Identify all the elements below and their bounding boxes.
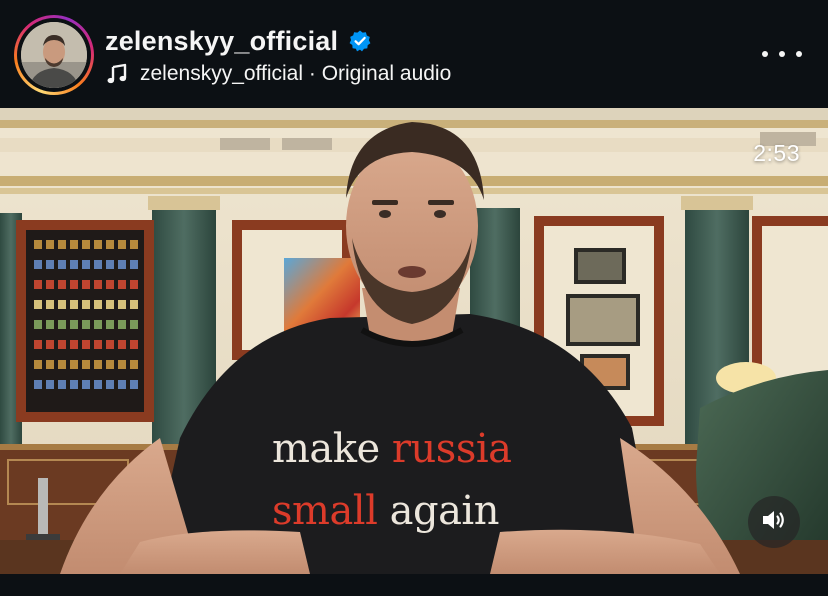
bottom-bar xyxy=(0,574,828,596)
shirt-text-line2: small again xyxy=(272,488,499,534)
shirt-word-white: make xyxy=(272,426,392,472)
sound-toggle-button[interactable] xyxy=(748,496,800,548)
more-dot xyxy=(779,51,785,57)
username-link[interactable]: zelenskyy_official xyxy=(105,26,338,57)
shirt-word-white: again xyxy=(389,488,500,534)
verified-badge-icon xyxy=(348,29,372,53)
video-timer: 2:53 xyxy=(753,140,800,166)
shirt-word-red: small xyxy=(272,488,390,534)
audio-label[interactable]: zelenskyy_official · Original audio xyxy=(140,62,451,86)
avatar[interactable] xyxy=(21,22,87,88)
shirt-text-line1: make russia xyxy=(272,426,512,472)
post-header: zelenskyy_official zelenskyy_official · … xyxy=(0,0,828,108)
more-dot xyxy=(762,51,768,57)
story-ring[interactable] xyxy=(14,15,94,95)
audio-row[interactable]: zelenskyy_official · Original audio xyxy=(106,60,451,88)
username-row: zelenskyy_official xyxy=(105,24,372,58)
music-note-icon xyxy=(106,63,128,85)
more-dot xyxy=(796,51,802,57)
more-options-icon[interactable] xyxy=(762,44,802,64)
shirt-word-red: russia xyxy=(391,426,512,472)
speaker-icon xyxy=(761,508,787,537)
video-player[interactable]: 2:53 make russia small again xyxy=(0,108,828,574)
